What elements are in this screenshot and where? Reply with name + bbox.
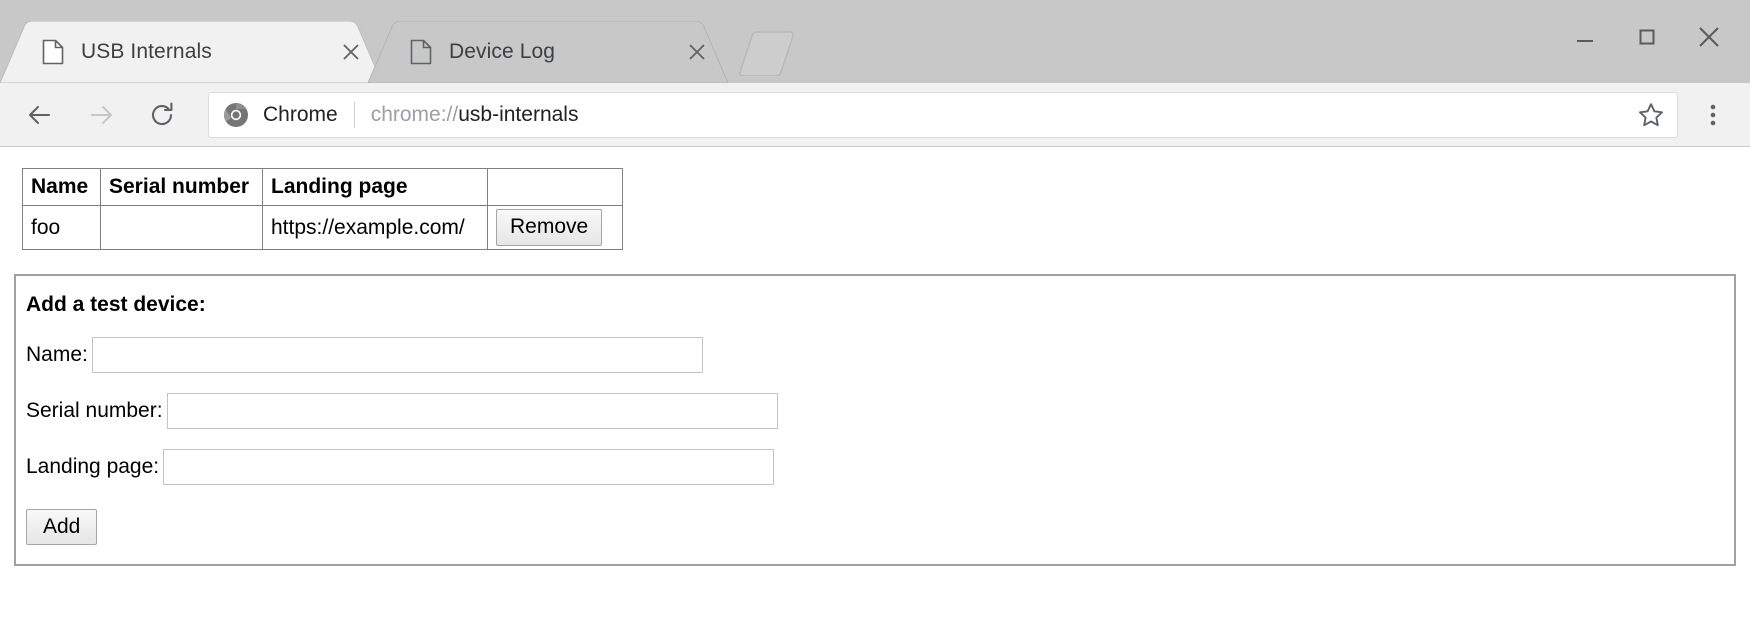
close-icon [1699, 27, 1719, 47]
omnibox-separator [353, 101, 355, 128]
form-row-serial-number: Serial number: [26, 393, 1734, 430]
maximize-button[interactable] [1616, 14, 1678, 60]
arrow-left-icon [28, 105, 51, 124]
back-button[interactable] [16, 91, 64, 139]
url-host: usb-internals [458, 102, 579, 126]
name-input[interactable] [91, 337, 703, 374]
bookmark-button[interactable] [1629, 93, 1673, 137]
tab-device-log[interactable]: Device Log [368, 21, 728, 83]
table-body: foo https://example.com/ Remove [22, 205, 623, 250]
add-device-legend: Add a test device: [26, 293, 206, 316]
forward-button [77, 91, 125, 139]
page-icon [42, 39, 64, 65]
window-controls [1554, 0, 1750, 83]
new-tab-icon [739, 31, 794, 76]
column-header-action [487, 168, 623, 206]
tab-usb-internals[interactable]: USB Internals [0, 21, 382, 83]
tab-list: USB Internals Device Log [0, 0, 800, 83]
minimize-button[interactable] [1554, 14, 1616, 60]
tab-title: USB Internals [81, 40, 212, 63]
reload-icon [152, 102, 173, 125]
serial-number-label: Serial number: [26, 399, 163, 423]
page-icon [410, 39, 432, 65]
maximize-icon [1639, 29, 1655, 45]
form-row-submit: Add [26, 509, 1734, 546]
landing-page-input[interactable] [163, 449, 775, 486]
close-button[interactable] [1678, 14, 1740, 60]
table-row: foo https://example.com/ Remove [22, 205, 623, 250]
cell-action: Remove [487, 205, 623, 250]
new-tab-button[interactable] [724, 28, 800, 76]
cell-name: foo [22, 205, 101, 250]
three-dots-icon [1710, 104, 1716, 125]
browser-toolbar: Chrome chrome://usb-internals [0, 83, 1750, 147]
column-header-name: Name [22, 168, 101, 206]
serial-number-input[interactable] [166, 393, 778, 430]
close-icon[interactable] [338, 39, 364, 65]
tab-strip: USB Internals Device Log [0, 0, 1750, 83]
omnibox[interactable]: Chrome chrome://usb-internals [208, 91, 1678, 138]
chrome-menu-button[interactable] [1690, 92, 1736, 138]
reload-button[interactable] [138, 91, 186, 139]
browser-window: USB Internals Device Log Chrome chrome:/… [0, 0, 1750, 644]
form-row-name: Name: [26, 337, 1734, 374]
chrome-logo-icon [223, 102, 249, 128]
url-scheme: chrome:// [370, 102, 459, 126]
add-device-button[interactable]: Add [26, 509, 98, 546]
column-header-landing-page: Landing page [262, 168, 488, 206]
arrow-right-icon [90, 105, 113, 124]
omnibox-app-chip: Chrome [263, 102, 338, 126]
omnibox-url: chrome://usb-internals [371, 103, 1629, 127]
table-header-row: Name Serial number Landing page [22, 168, 623, 206]
cell-serial-number [100, 205, 263, 250]
add-test-device-panel: Add a test device: Name: Serial number: … [14, 274, 1736, 566]
landing-page-label: Landing page: [26, 455, 160, 479]
column-header-serial-number: Serial number [100, 168, 263, 206]
minimize-icon [1577, 40, 1593, 42]
tab-title: Device Log [449, 40, 556, 63]
star-icon [1639, 102, 1663, 126]
form-row-landing-page: Landing page: [26, 449, 1734, 486]
page-content: Name Serial number Landing page foo http… [0, 147, 1750, 643]
table-header: Name Serial number Landing page [22, 168, 623, 206]
remove-device-button[interactable]: Remove [496, 209, 603, 246]
close-icon[interactable] [684, 39, 710, 65]
device-table: Name Serial number Landing page foo http… [22, 168, 623, 250]
name-label: Name: [26, 343, 88, 367]
cell-landing-page: https://example.com/ [262, 205, 488, 250]
